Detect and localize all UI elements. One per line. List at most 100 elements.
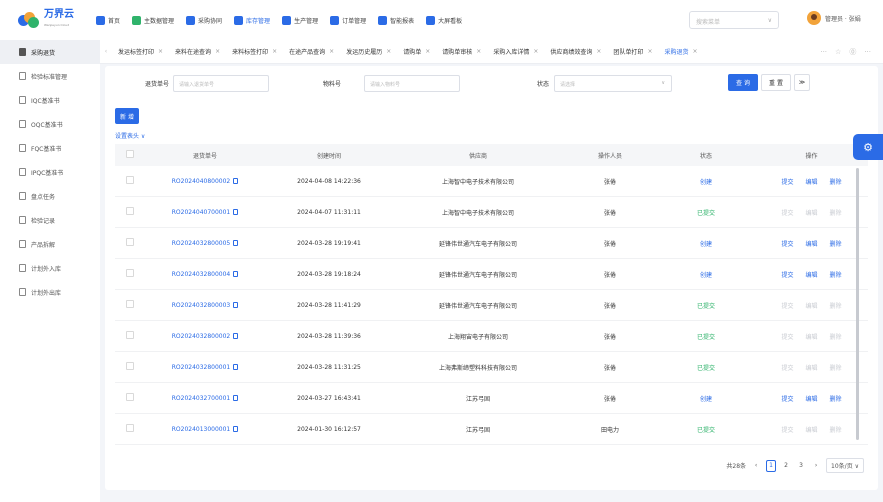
page-1-button[interactable]: 1 bbox=[766, 459, 777, 472]
tab-0[interactable]: 发运标签打印 × bbox=[112, 40, 169, 64]
row-checkbox[interactable] bbox=[115, 362, 145, 372]
tab-3[interactable]: 在途产品查询 × bbox=[283, 40, 340, 64]
return-no-link[interactable]: RO2024032800002 bbox=[172, 333, 231, 340]
page-size-select[interactable]: 10条/页 ∨ bbox=[826, 458, 864, 473]
nav-item-4[interactable]: 生产管理 bbox=[276, 0, 324, 40]
return-no-link[interactable]: RO2024032800003 bbox=[172, 302, 231, 309]
close-icon[interactable]: × bbox=[272, 48, 277, 55]
select-all-checkbox[interactable] bbox=[115, 150, 145, 160]
return-no-link[interactable]: RO2024032700001 bbox=[172, 395, 231, 402]
help-icon[interactable]: ⓪ bbox=[849, 47, 856, 57]
tab-10[interactable]: 采购退货 × bbox=[658, 40, 703, 64]
close-icon[interactable]: × bbox=[329, 48, 334, 55]
table-scrollbar[interactable] bbox=[856, 168, 859, 440]
prev-page-button[interactable]: ‹ bbox=[751, 460, 761, 472]
more-icon[interactable]: ··· bbox=[864, 48, 871, 56]
row-checkbox[interactable] bbox=[115, 331, 145, 341]
page-2-button[interactable]: 2 bbox=[781, 460, 791, 472]
row-checkbox[interactable] bbox=[115, 207, 145, 217]
close-icon[interactable]: × bbox=[596, 48, 601, 55]
edit-button[interactable]: 编辑 bbox=[805, 177, 817, 186]
tab-2[interactable]: 来料标签打印 × bbox=[226, 40, 283, 64]
page-3-button[interactable]: 3 bbox=[796, 460, 806, 472]
sidebar-item-9[interactable]: 计划外入库 bbox=[0, 256, 100, 280]
sidebar-item-0[interactable]: 采购退货 bbox=[0, 40, 100, 64]
close-icon[interactable]: × bbox=[476, 48, 481, 55]
close-icon[interactable]: × bbox=[647, 48, 652, 55]
return-no-link[interactable]: RO2024040700001 bbox=[172, 209, 231, 216]
tab-scroll-left-icon[interactable]: ‹ bbox=[100, 48, 112, 55]
nav-item-5[interactable]: 订单管理 bbox=[324, 0, 372, 40]
copy-icon[interactable] bbox=[233, 425, 239, 432]
close-icon[interactable]: × bbox=[692, 48, 697, 55]
copy-icon[interactable] bbox=[233, 363, 239, 370]
row-checkbox[interactable] bbox=[115, 424, 145, 434]
delete-button[interactable]: 删除 bbox=[830, 394, 842, 403]
close-icon[interactable]: × bbox=[158, 48, 163, 55]
material-input[interactable]: 请输入物料号 bbox=[364, 75, 460, 92]
return-no-link[interactable]: RO2024032800004 bbox=[172, 271, 231, 278]
nav-item-7[interactable]: 大屏看板 bbox=[420, 0, 468, 40]
sidebar-item-6[interactable]: 盘点任务 bbox=[0, 184, 100, 208]
menu-search-input[interactable]: 搜索菜单 ∨ bbox=[689, 11, 779, 29]
edit-button[interactable]: 编辑 bbox=[805, 239, 817, 248]
nav-item-0[interactable]: 首页 bbox=[90, 0, 126, 40]
row-checkbox[interactable] bbox=[115, 269, 145, 279]
delete-button[interactable]: 删除 bbox=[830, 177, 842, 186]
nav-item-3[interactable]: 库存管理 bbox=[228, 0, 276, 40]
copy-icon[interactable] bbox=[233, 177, 239, 184]
nav-item-1[interactable]: 主数据管理 bbox=[126, 0, 180, 40]
sidebar-item-5[interactable]: IPQC基准书 bbox=[0, 160, 100, 184]
close-icon[interactable]: × bbox=[533, 48, 538, 55]
delete-button[interactable]: 删除 bbox=[830, 239, 842, 248]
return-no-input[interactable]: 请输入退货单号 bbox=[173, 75, 269, 92]
query-button[interactable]: 查 询 bbox=[728, 74, 758, 91]
sidebar-item-7[interactable]: 检验记录 bbox=[0, 208, 100, 232]
tab-6[interactable]: 请购单审核 × bbox=[436, 40, 487, 64]
sidebar-item-8[interactable]: 产品拆解 bbox=[0, 232, 100, 256]
copy-icon[interactable] bbox=[233, 301, 239, 308]
sidebar-item-2[interactable]: IQC基准书 bbox=[0, 88, 100, 112]
sidebar-item-4[interactable]: FQC基准书 bbox=[0, 136, 100, 160]
edit-button[interactable]: 编辑 bbox=[805, 270, 817, 279]
row-checkbox[interactable] bbox=[115, 238, 145, 248]
next-page-button[interactable]: › bbox=[811, 460, 821, 472]
tab-9[interactable]: 团队单打印 × bbox=[607, 40, 658, 64]
delete-button[interactable]: 删除 bbox=[830, 270, 842, 279]
app-logo[interactable]: 万界云 Wanjieyun Cloud bbox=[18, 0, 90, 40]
row-checkbox[interactable] bbox=[115, 300, 145, 310]
copy-icon[interactable] bbox=[233, 394, 239, 401]
edit-button[interactable]: 编辑 bbox=[805, 394, 817, 403]
sidebar-item-10[interactable]: 计划外出库 bbox=[0, 280, 100, 304]
tab-4[interactable]: 发运历史履历 × bbox=[340, 40, 397, 64]
settings-gear-icon[interactable]: ⚙ bbox=[853, 134, 883, 160]
more-tabs-icon[interactable]: ··· bbox=[820, 48, 827, 56]
expand-filter-icon[interactable]: ≫ bbox=[794, 74, 810, 91]
close-icon[interactable]: × bbox=[425, 48, 430, 55]
copy-icon[interactable] bbox=[233, 239, 239, 246]
row-checkbox[interactable] bbox=[115, 393, 145, 403]
set-table-header-link[interactable]: 设置表头 ∨ bbox=[115, 131, 145, 140]
return-no-link[interactable]: RO2024032800005 bbox=[172, 240, 231, 247]
status-select[interactable]: 请选择 ∨ bbox=[554, 75, 672, 92]
submit-button[interactable]: 提交 bbox=[781, 177, 793, 186]
star-icon[interactable]: ☆ bbox=[835, 48, 841, 56]
new-button[interactable]: 新 增 bbox=[115, 108, 139, 124]
submit-button[interactable]: 提交 bbox=[781, 270, 793, 279]
reset-button[interactable]: 重 置 bbox=[761, 74, 791, 91]
submit-button[interactable]: 提交 bbox=[781, 394, 793, 403]
copy-icon[interactable] bbox=[233, 208, 239, 215]
return-no-link[interactable]: RO2024040800002 bbox=[172, 178, 231, 185]
tab-8[interactable]: 供应商绩效查询 × bbox=[544, 40, 607, 64]
tab-7[interactable]: 采购入库详情 × bbox=[487, 40, 544, 64]
close-icon[interactable]: × bbox=[215, 48, 220, 55]
return-no-link[interactable]: RO2024013000001 bbox=[172, 426, 231, 433]
copy-icon[interactable] bbox=[233, 270, 239, 277]
nav-item-6[interactable]: 智能报表 bbox=[372, 0, 420, 40]
return-no-link[interactable]: RO2024032800001 bbox=[172, 364, 231, 371]
tab-1[interactable]: 来料在途查询 × bbox=[169, 40, 226, 64]
close-icon[interactable]: × bbox=[386, 48, 391, 55]
row-checkbox[interactable] bbox=[115, 176, 145, 186]
sidebar-item-3[interactable]: OQC基准书 bbox=[0, 112, 100, 136]
user-menu[interactable]: 管理员 · 张娟 bbox=[807, 11, 861, 25]
